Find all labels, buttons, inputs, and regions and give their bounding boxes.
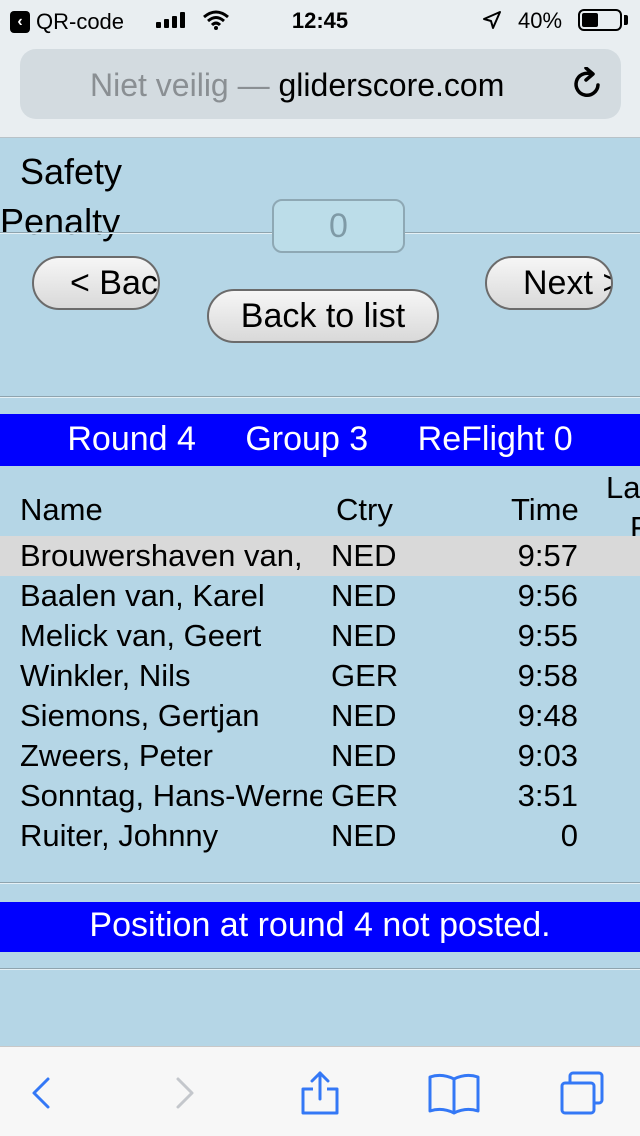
back-to-list-button[interactable]: Back to list — [207, 289, 439, 343]
table-row[interactable]: Winkler, Nils GER 9:58 — [0, 656, 640, 696]
pilot-name: Siemons, Gertjan — [20, 698, 260, 733]
table-row[interactable]: Ruiter, Johnny NED 0 — [0, 816, 640, 856]
address-bar[interactable]: Niet veilig — gliderscore.com — [20, 49, 621, 119]
flight-time: 3:51 — [517, 778, 578, 813]
table-row[interactable]: Siemons, Gertjan NED 9:48 — [0, 696, 640, 736]
pilot-name: Sonntag, Hans-Werner — [20, 778, 322, 813]
round-header: Round 4 Group 3 ReFlight 0 — [0, 414, 640, 466]
header-time: Time — [511, 492, 579, 527]
flight-time: 9:56 — [517, 578, 578, 613]
share-icon[interactable] — [298, 1071, 342, 1115]
back-button[interactable]: < Back — [32, 256, 160, 310]
results-table: Name Ctry Time La F Brouwershaven van, N… — [0, 466, 640, 882]
flight-time: 9:03 — [517, 738, 578, 773]
pilot-name: Melick van, Geert — [20, 618, 262, 653]
bookmarks-icon[interactable] — [428, 1071, 480, 1115]
next-button[interactable]: Next > — [485, 256, 613, 310]
tabs-icon[interactable] — [560, 1071, 604, 1115]
safety-penalty-input[interactable]: 0 — [272, 199, 405, 253]
forward-nav-icon[interactable] — [162, 1071, 206, 1115]
battery-percentage: 40% — [518, 8, 563, 33]
domain-label: gliderscore.com — [278, 67, 505, 103]
pilot-country: GER — [331, 658, 399, 693]
penalty-label: Penalty — [0, 201, 121, 242]
divider — [0, 968, 640, 970]
flight-time: 9:57 — [517, 538, 578, 573]
table-row[interactable]: Brouwershaven van, NED 9:57 — [0, 536, 640, 576]
url-text: Niet veilig — gliderscore.com — [90, 67, 504, 104]
table-row[interactable]: Zweers, Peter NED 9:03 — [0, 736, 640, 776]
pilot-country: NED — [331, 818, 397, 853]
table-row[interactable]: Melick van, Geert NED 9:55 — [0, 616, 640, 656]
pilot-name: Zweers, Peter — [20, 738, 213, 773]
flight-time: 0 — [560, 818, 578, 853]
pilot-country: GER — [331, 778, 399, 813]
pilot-country: NED — [331, 538, 397, 573]
divider — [0, 396, 640, 398]
round-label: Round 4 — [67, 420, 196, 458]
position-status-bar: Position at round 4 not posted. — [0, 902, 640, 952]
pilot-name: Winkler, Nils — [20, 658, 191, 693]
divider — [0, 882, 640, 884]
pilot-country: NED — [331, 578, 397, 613]
pilot-country: NED — [331, 698, 397, 733]
header-name: Name — [20, 492, 103, 527]
browser-toolbar — [0, 1046, 640, 1136]
flight-time: 9:48 — [517, 698, 578, 733]
group-label: Group 3 — [245, 420, 369, 458]
table-row[interactable]: Sonntag, Hans-Werner GER 3:51 — [0, 776, 640, 816]
browser-address-area: Niet veilig — gliderscore.com — [0, 40, 640, 138]
flight-time: 9:55 — [517, 618, 578, 653]
location-icon — [483, 11, 501, 29]
pilot-name: Ruiter, Johnny — [20, 818, 219, 853]
status-bar: ‹ QR-code 12:45 40% — [0, 0, 640, 40]
pilot-name: Brouwershaven van, — [20, 538, 303, 573]
back-nav-icon[interactable] — [20, 1071, 64, 1115]
page: ‹ QR-code 12:45 40% Niet veilig — glider… — [0, 0, 640, 1136]
table-row[interactable]: Baalen van, Karel NED 9:56 — [0, 576, 640, 616]
pilot-country: NED — [331, 738, 397, 773]
header-ctry: Ctry — [336, 492, 393, 527]
header-extra-top: La — [606, 470, 640, 505]
pilot-country: NED — [331, 618, 397, 653]
battery-icon — [578, 9, 622, 31]
flight-time: 9:58 — [517, 658, 578, 693]
safety-label: Safety — [20, 151, 123, 192]
pilot-name: Baalen van, Karel — [20, 578, 265, 613]
security-label: Niet veilig — — [90, 67, 270, 103]
battery-tip — [624, 15, 628, 25]
reload-icon[interactable] — [571, 67, 605, 101]
reflight-label: ReFlight 0 — [417, 420, 573, 458]
